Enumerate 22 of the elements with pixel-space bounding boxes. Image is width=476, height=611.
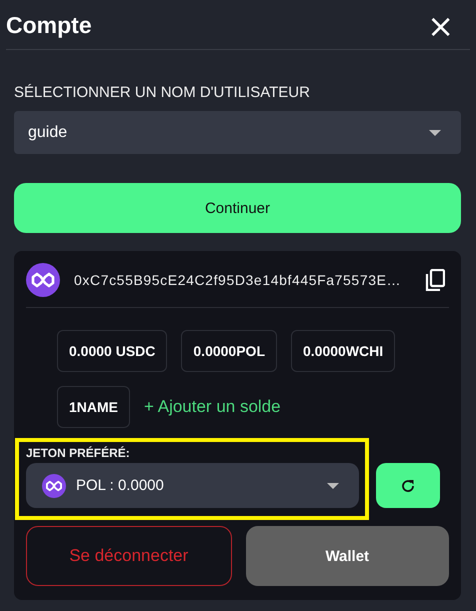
token-dropdown[interactable]: POL : 0.0000 — [26, 463, 359, 508]
refresh-button[interactable] — [376, 463, 440, 508]
copy-icon[interactable] — [425, 269, 445, 291]
field-label: SÉLECTIONNER UN NOM D'UTILISATEUR — [14, 84, 311, 101]
username-dropdown[interactable]: guide — [14, 111, 461, 154]
wallet-button[interactable]: Wallet — [246, 526, 449, 586]
logout-button[interactable]: Se déconnecter — [26, 526, 232, 586]
refresh-icon — [401, 478, 415, 492]
balance-chip: 1NAME — [57, 386, 130, 428]
balance-chip: 0.0000POL — [181, 330, 277, 372]
caret-icon — [327, 482, 339, 488]
add-balance-link[interactable]: + Ajouter un solde — [144, 397, 281, 417]
dialog-title: Compte — [6, 12, 92, 39]
continue-button[interactable]: Continuer — [14, 183, 461, 233]
field-label: JETON PRÉFÉRÉ: — [26, 446, 131, 460]
caret-icon — [429, 130, 441, 136]
close-button[interactable]: × — [427, 14, 454, 38]
token-icon — [42, 474, 66, 498]
balance-chip: 0.0000WCHI — [291, 330, 396, 372]
wallet-address: 0xC7c55B95cE24C2f95D3e14bf445Fa75573E… — [74, 272, 402, 288]
balance-chip: 0.0000 USDC — [57, 330, 168, 372]
token-icon — [26, 263, 60, 297]
